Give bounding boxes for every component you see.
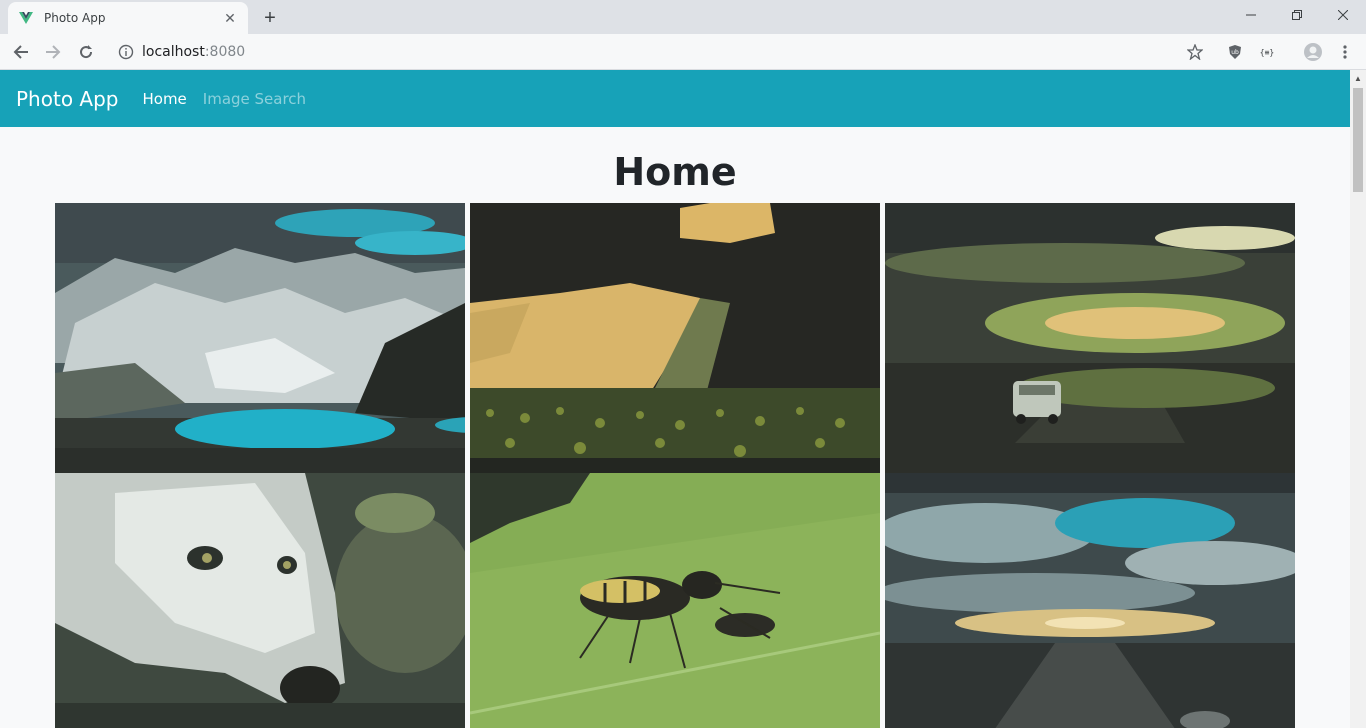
reload-icon[interactable] — [75, 41, 97, 63]
vue-logo-icon — [19, 12, 33, 24]
nav-image-search[interactable]: Image Search — [203, 90, 306, 108]
tab-title: Photo App — [44, 11, 106, 25]
close-icon[interactable]: ✕ — [222, 10, 238, 26]
tab-strip: Photo App ✕ + — [0, 0, 1366, 34]
photo-white-wolf[interactable] — [55, 473, 465, 728]
photo-wasp-leaf[interactable] — [470, 473, 880, 728]
photo-car-road[interactable] — [885, 203, 1295, 473]
bookmark-star-icon[interactable] — [1184, 41, 1206, 63]
profile-avatar-icon[interactable] — [1302, 41, 1324, 63]
scroll-up-arrow-icon[interactable]: ▲ — [1350, 70, 1366, 86]
app-brand[interactable]: Photo App — [16, 87, 118, 111]
restore-icon[interactable] — [1274, 0, 1320, 30]
nav-home[interactable]: Home — [142, 90, 186, 108]
forward-arrow-icon[interactable] — [42, 41, 64, 63]
url-port: :8080 — [204, 44, 246, 60]
svg-text:ub: ub — [1231, 49, 1239, 56]
json-extension-icon[interactable]: {≡} — [1256, 41, 1278, 63]
browser-tab[interactable]: Photo App ✕ — [8, 2, 248, 34]
page-viewport: Photo App Home Image Search Home — [0, 70, 1350, 728]
page-scrollbar[interactable]: ▲ — [1350, 70, 1366, 728]
url-host: localhost — [142, 44, 205, 60]
url-text: localhost:8080 — [142, 44, 245, 60]
address-bar[interactable]: localhost:8080 — [110, 38, 1260, 66]
photo-glacier-lake[interactable] — [55, 203, 465, 473]
window-close-icon[interactable] — [1320, 0, 1366, 30]
scroll-thumb[interactable] — [1353, 88, 1363, 192]
new-tab-button[interactable]: + — [258, 6, 282, 30]
ublock-shield-icon[interactable]: ub — [1224, 41, 1246, 63]
info-icon[interactable] — [118, 44, 134, 60]
app-navbar: Photo App Home Image Search — [0, 70, 1350, 127]
minimize-icon[interactable] — [1228, 0, 1274, 30]
browser-toolbar: localhost:8080 ub {≡} — [0, 34, 1366, 70]
menu-kebab-icon[interactable] — [1334, 41, 1356, 63]
back-arrow-icon[interactable] — [10, 41, 32, 63]
photo-storm-field[interactable] — [470, 203, 880, 473]
photo-sky-road[interactable] — [885, 473, 1295, 728]
svg-text:{≡}: {≡} — [1260, 48, 1274, 57]
page-title: Home — [613, 150, 737, 194]
